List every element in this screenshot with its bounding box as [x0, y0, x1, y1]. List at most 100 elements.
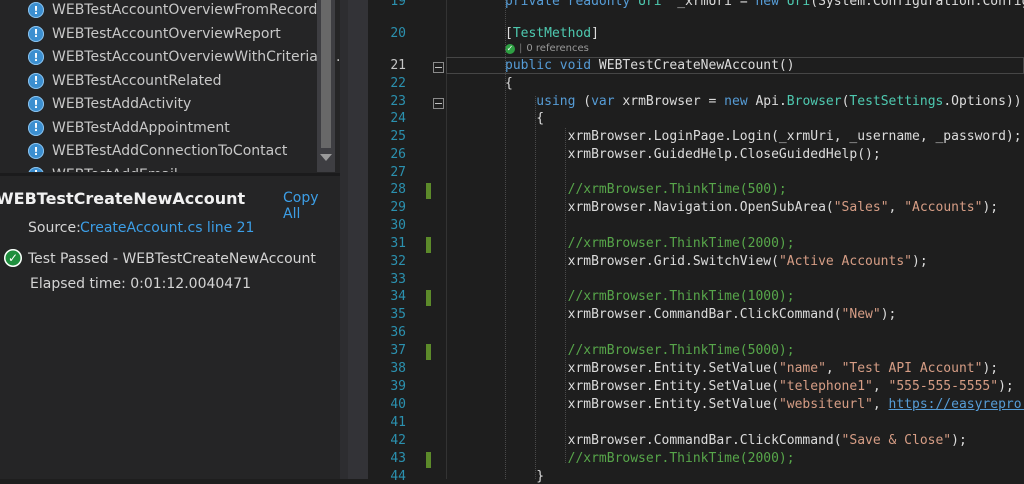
code-token: "websiteurl" [778, 397, 873, 412]
code-token: ] [591, 26, 599, 41]
code-token: WEBTestCreateNewAccount() [598, 58, 795, 73]
source-link[interactable]: CreateAccount.cs line 21 [80, 220, 254, 236]
line-number: 31 [390, 236, 406, 251]
line-number: 28 [390, 182, 406, 197]
code-line[interactable]: //xrmBrowser.ThinkTime(5000); [505, 343, 795, 358]
line-number: 20 [390, 26, 406, 41]
code-line[interactable]: public void WEBTestCreateNewAccount() [505, 58, 795, 73]
collapse-icon[interactable] [433, 62, 444, 73]
code-line[interactable]: { [505, 76, 513, 91]
code-line[interactable]: //xrmBrowser.ThinkTime(500); [505, 182, 787, 197]
line-number: 32 [390, 254, 406, 269]
code-token: TestSettings [849, 94, 944, 109]
test-list-item[interactable]: ! WEBTestAccountOverviewReport [28, 23, 281, 45]
code-token: , [872, 397, 889, 412]
line-number: 26 [390, 147, 406, 162]
code-line[interactable]: //xrmBrowser.ThinkTime(1000); [505, 289, 795, 304]
code-line[interactable]: xrmBrowser.CommandBar.ClickCommand("New"… [505, 307, 897, 322]
code-token: { [505, 111, 545, 126]
code-token: using [505, 94, 584, 109]
code-token: //xrmBrowser.ThinkTime(1000); [505, 289, 795, 304]
code-token: xrmBrowser.Entity.SetValue( [505, 397, 779, 412]
line-number: 19 [390, 0, 406, 9]
change-marker [426, 237, 431, 253]
code-line[interactable]: private readonly Uri _xrmUri = new Uri(S… [505, 0, 1024, 9]
code-line[interactable]: { [505, 111, 544, 126]
code-line[interactable]: xrmBrowser.GuidedHelp.CloseGuidedHelp(); [505, 147, 881, 162]
code-token: "Sales" [833, 200, 889, 215]
code-token: Uri [786, 0, 811, 9]
code-line[interactable]: xrmBrowser.Navigation.OpenSubArea("Sales… [505, 200, 999, 215]
code-token: public void [505, 58, 599, 73]
code-token: { [505, 76, 513, 91]
code-token: ); [982, 361, 999, 376]
test-list-item[interactable]: ! WEBTestAddEmail [28, 164, 178, 172]
code-line[interactable]: xrmBrowser.Entity.SetValue("websiteurl",… [505, 397, 1024, 412]
line-number: 29 [390, 200, 406, 215]
not-run-icon: ! [28, 72, 44, 89]
code-token: ); [951, 433, 967, 448]
line-number: 33 [390, 272, 406, 287]
code-token: , [888, 200, 905, 215]
code-token: } [505, 469, 545, 484]
line-number: 38 [390, 361, 406, 376]
code-token: var [591, 94, 615, 109]
test-list[interactable]: ! WEBTestAccountOverviewFromRecord! WEBTes… [0, 0, 340, 172]
copy-all-link[interactable]: Copy All [283, 190, 340, 222]
test-passed-icon: ✓ [505, 43, 515, 54]
code-line[interactable]: //xrmBrowser.ThinkTime(2000); [505, 236, 795, 251]
change-marker [426, 290, 431, 306]
references-count[interactable]: 0 references [526, 43, 589, 54]
test-name: WEBTestAccountOverviewWithCriteriaR... [52, 49, 340, 65]
line-number: 44 [390, 469, 406, 484]
test-list-item[interactable]: ! WEBTestAccountRelated [28, 70, 222, 92]
code-line[interactable]: [TestMethod] [505, 26, 599, 41]
code-token: , [872, 379, 889, 394]
line-number: 37 [390, 343, 406, 358]
codelens-references[interactable]: ✓ | 0 references [505, 43, 589, 54]
line-number: 39 [390, 379, 406, 394]
test-list-item[interactable]: ! WEBTestAccountOverviewWithCriteriaR... [28, 46, 340, 68]
code-token: new [755, 0, 787, 9]
code-token: ); [912, 254, 928, 269]
code-line[interactable]: using (var xrmBrowser = new Api.Browser(… [505, 94, 1021, 109]
code-token: ); [880, 307, 897, 322]
line-number: 34 [390, 289, 406, 304]
code-token: ); [998, 379, 1014, 394]
test-name: WEBTestAddAppointment [52, 119, 230, 136]
line-number: 23 [390, 94, 406, 109]
test-list-item[interactable]: ! WEBTestAccountOverviewFromRecord [28, 0, 317, 21]
line-number: 35 [390, 307, 406, 322]
code-line[interactable]: //xrmBrowser.ThinkTime(2000); [505, 451, 795, 466]
code-line[interactable]: xrmBrowser.Entity.SetValue("name", "Test… [505, 361, 999, 376]
test-list-item[interactable]: ! WEBTestAddAppointment [28, 117, 230, 139]
code-token: Uri [638, 0, 662, 9]
code-token: xrmBrowser.Grid.SwitchView( [505, 254, 779, 269]
test-list-item[interactable]: ! WEBTestAddConnectionToContact [28, 140, 287, 162]
code-token: xrmBrowser.Entity.SetValue( [505, 361, 779, 376]
code-token: //xrmBrowser.ThinkTime(500); [505, 182, 787, 197]
line-number: 25 [390, 129, 406, 144]
code-token: , [825, 361, 842, 376]
test-explorer-panel: ! WEBTestAccountOverviewFromRecord! WEBTes… [0, 0, 340, 479]
code-line[interactable]: } [505, 469, 544, 484]
code-token: "Test API Account" [841, 361, 983, 376]
change-marker [426, 452, 431, 468]
code-token: private readonly [505, 0, 639, 9]
code-line[interactable]: xrmBrowser.Entity.SetValue("telephone1",… [505, 379, 1014, 394]
code-line[interactable]: xrmBrowser.Grid.SwitchView("Active Accou… [505, 254, 928, 269]
code-token: "New" [841, 307, 881, 322]
test-passed-icon: ✓ [4, 249, 22, 267]
line-number: 21 [390, 58, 406, 73]
code-token: xrmBrowser.Navigation.OpenSubArea( [505, 200, 834, 215]
code-token: Api. [755, 94, 787, 109]
collapse-icon[interactable] [433, 98, 444, 109]
not-run-icon: ! [28, 166, 44, 172]
code-token: Browser [786, 94, 842, 109]
scrollbar-thumb[interactable] [321, 0, 331, 148]
code-line[interactable]: xrmBrowser.CommandBar.ClickCommand("Save… [505, 433, 967, 448]
not-run-icon: ! [28, 96, 44, 112]
test-list-item[interactable]: ! WEBTestAddActivity [28, 93, 191, 115]
scroll-down-icon[interactable] [320, 154, 332, 161]
code-line[interactable]: xrmBrowser.LoginPage.Login(_xrmUri, _use… [505, 129, 1022, 144]
